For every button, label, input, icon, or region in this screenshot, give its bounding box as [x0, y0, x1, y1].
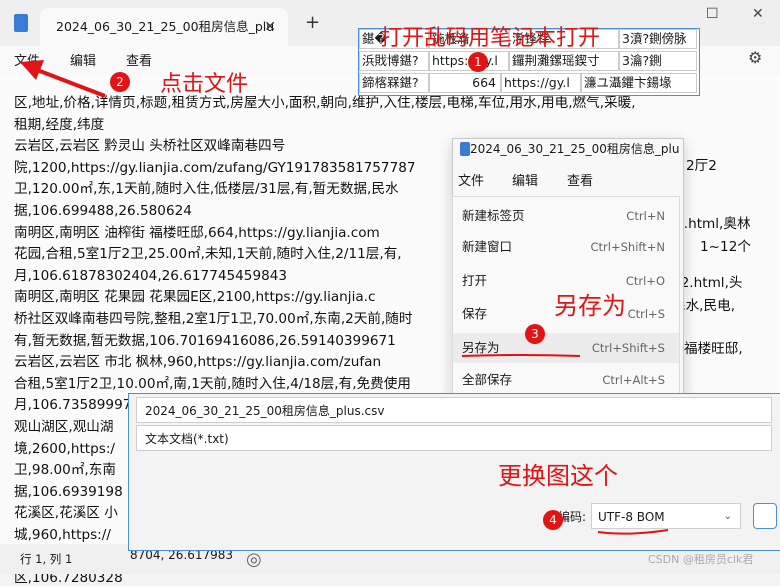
step-badge-3: 3 — [525, 324, 545, 344]
underline-save-as — [461, 354, 581, 357]
annotation-save-as: 另存为 — [554, 292, 626, 320]
underline-encoding — [597, 529, 669, 535]
red-arrow — [31, 66, 106, 98]
step-badge-1: 1 — [468, 52, 488, 72]
step-badge-2: 2 — [110, 72, 130, 92]
annotation-title: 打开乱码用笔记本打开 — [380, 26, 601, 51]
annotation-change-this: 更换图这个 — [498, 462, 618, 490]
annotation-click-file: 点击文件 — [160, 72, 249, 97]
step-badge-4: 4 — [543, 510, 563, 530]
